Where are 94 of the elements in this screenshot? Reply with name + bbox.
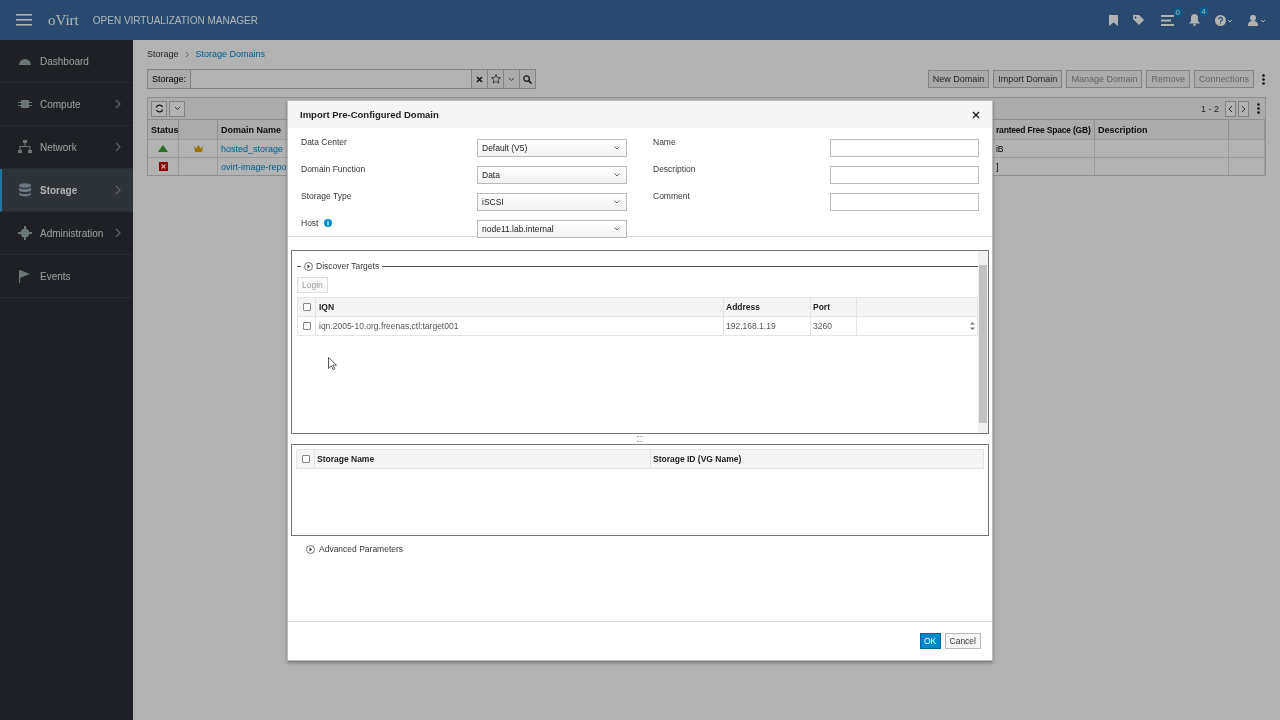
section-label: Advanced Parameters (319, 544, 404, 554)
toolbar-button[interactable]: New Domain (927, 70, 990, 88)
table-cell: iqn.2005-10.org.freenas.ctl:target001 (316, 317, 724, 335)
field-label: Name (653, 137, 676, 147)
chevron-right-icon (115, 185, 121, 195)
kebab-icon[interactable] (1257, 103, 1260, 114)
bookmark-button[interactable] (487, 70, 504, 88)
splitter-handle[interactable] (637, 436, 643, 442)
search-field[interactable] (191, 70, 472, 88)
input-field[interactable] (830, 166, 979, 184)
tasks-icon[interactable] (1161, 14, 1174, 26)
bell-icon[interactable] (1189, 14, 1200, 26)
search-icon (523, 74, 533, 84)
refresh-button[interactable] (151, 100, 167, 117)
table-cell: 192.168.1.19 (724, 317, 811, 335)
caret-icon (614, 227, 620, 231)
info-icon[interactable] (324, 219, 333, 227)
menu-icon[interactable] (16, 14, 32, 26)
sidebar-item[interactable]: Compute (0, 83, 133, 126)
dialog-title: Import Pre-Configured Domain (300, 109, 439, 120)
pagination-count: 1 - 2 (1201, 103, 1219, 114)
table-cell: iB (993, 139, 1095, 157)
caret-icon (614, 200, 620, 204)
domain-name-link[interactable]: ovirt-image-repo (221, 161, 287, 172)
field-label: Data Center (301, 137, 347, 147)
field-label: Host (301, 218, 319, 228)
chevron-right-icon (1241, 104, 1246, 113)
column-header[interactable]: Storage ID (VG Name) (651, 450, 983, 468)
next-page-button[interactable] (1238, 100, 1249, 117)
sidebar-item[interactable]: Storage (0, 169, 133, 212)
database-icon (18, 183, 32, 197)
chip-icon (18, 97, 32, 111)
column-header[interactable]: Description (1095, 119, 1229, 139)
dropdown-select[interactable]: iSCSI (477, 193, 627, 211)
caret-icon (508, 76, 516, 82)
breadcrumb-current: Storage Domains (195, 49, 266, 59)
sidebar-item[interactable]: Dashboard (0, 40, 133, 83)
input-field[interactable] (830, 193, 979, 211)
chevron-right-icon (115, 99, 121, 109)
refresh-icon (154, 104, 164, 113)
flag-icon (18, 269, 32, 283)
previous-page-button[interactable] (1225, 100, 1236, 117)
column-header[interactable]: IQN (316, 298, 724, 316)
breadcrumb-link[interactable]: Storage (147, 49, 179, 59)
kebab-icon[interactable] (1262, 73, 1265, 85)
product-name: OPEN VIRTUALIZATION MANAGER (92, 14, 258, 26)
column-header[interactable]: Storage Name (315, 450, 651, 468)
section-label: Discover Targets (316, 261, 380, 271)
breadcrumb-separator-icon (184, 50, 190, 58)
chevron-left-icon (1228, 104, 1233, 113)
field-label: Comment (653, 191, 690, 201)
tag-icon[interactable] (1133, 14, 1146, 26)
network-icon (18, 140, 32, 154)
checkbox[interactable] (302, 303, 311, 311)
close-icon (476, 75, 484, 83)
column-header[interactable]: Address (724, 298, 811, 316)
chevron-right-icon (115, 228, 121, 238)
checkbox[interactable] (301, 455, 310, 463)
user-icon[interactable] (1248, 14, 1266, 26)
cancel-button[interactable]: Cancel (944, 633, 981, 649)
expand-icon[interactable] (306, 544, 315, 554)
table-cell: ] (993, 157, 1095, 175)
close-icon[interactable] (972, 110, 980, 119)
table-cell: 3260 (811, 317, 857, 335)
dropdown-select[interactable]: node11.lab.internal (477, 220, 627, 238)
field-label: Domain Function (301, 164, 366, 174)
sidebar-item[interactable]: Administration (0, 212, 133, 255)
input-field[interactable] (830, 139, 979, 157)
caret-icon (614, 146, 620, 150)
column-header[interactable]: ranteed Free Space (GB) (993, 119, 1095, 139)
bookmark-icon[interactable] (1109, 14, 1118, 26)
dropdown-select[interactable]: Default (V5) (477, 139, 627, 157)
caret-icon (614, 173, 620, 177)
dropdown-select[interactable]: Data (477, 166, 627, 184)
help-icon[interactable] (1215, 14, 1233, 26)
field-label: Description (653, 164, 696, 174)
checkbox[interactable] (302, 322, 311, 330)
column-header[interactable]: Port (811, 298, 857, 316)
spinner-arrows-icon[interactable] (970, 321, 975, 331)
chevron-right-icon (115, 142, 121, 152)
domain-name-link[interactable]: hosted_storage (221, 143, 284, 154)
mouse-cursor-icon (328, 357, 337, 370)
brand-logo: oVirt (48, 11, 79, 29)
column-header[interactable]: Status (148, 119, 179, 139)
star-icon (490, 74, 501, 84)
events-badge: 4 (1199, 7, 1208, 16)
tasks-badge: 0 (1173, 7, 1182, 17)
caret-icon (173, 106, 181, 111)
toolbar-button[interactable]: Import Domain (993, 70, 1063, 88)
ok-button[interactable]: OK (919, 633, 941, 649)
sidebar-item[interactable]: Events (0, 255, 133, 298)
field-label: Storage Type (301, 191, 352, 201)
expand-icon[interactable] (304, 261, 313, 271)
scrollbar[interactable] (978, 251, 988, 433)
